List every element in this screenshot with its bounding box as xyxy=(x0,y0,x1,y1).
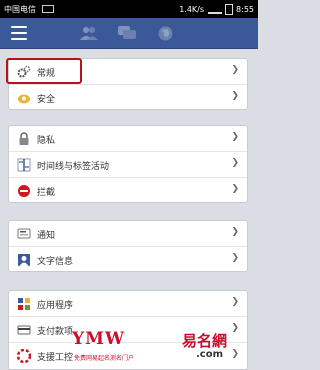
settings-item-label: 文字信息 xyxy=(37,257,74,267)
friend-requests-icon[interactable] xyxy=(80,26,98,40)
payments-icon xyxy=(17,325,31,335)
chevron-right-icon: ❯ xyxy=(231,132,239,142)
settings-item-text-messages[interactable]: 文字信息 ❯ xyxy=(9,247,247,271)
timeline-icon xyxy=(17,158,31,172)
status-bar: 中国电信 1.4K/s 8:55 xyxy=(0,0,258,18)
usb-icon xyxy=(42,5,54,13)
settings-group-notifications: 通知 ❯ 文字信息 ❯ xyxy=(8,220,248,272)
globe-notifications-icon[interactable] xyxy=(158,26,173,41)
clock: 8:55 xyxy=(236,4,254,14)
app-header xyxy=(0,18,258,49)
settings-item-security[interactable]: 安全 ❯ xyxy=(9,85,247,109)
settings-group-privacy: 隐私 ❯ 时间线与标签活动 ❯ 拦截 ❯ xyxy=(8,125,248,203)
net-speed: 1.4K/s xyxy=(179,4,205,14)
settings-item-timeline[interactable]: 时间线与标签活动 ❯ xyxy=(9,152,247,178)
watermark-logo: YMW 免费网易起名测名门户 易名網 .com xyxy=(72,327,258,368)
chevron-right-icon: ❯ xyxy=(231,297,239,307)
chevron-right-icon: ❯ xyxy=(231,91,239,101)
shield-icon xyxy=(18,94,30,104)
messages-icon[interactable] xyxy=(118,26,136,40)
apps-icon xyxy=(18,298,30,310)
chevron-right-icon: ❯ xyxy=(231,253,239,263)
watermark-subtitle: 免费网易起名测名门户 xyxy=(74,355,135,362)
settings-item-label: 拦截 xyxy=(37,188,56,198)
wifi-icon xyxy=(208,4,223,14)
battery-icon xyxy=(225,3,234,15)
settings-item-label: 应用程序 xyxy=(37,301,74,311)
hamburger-menu-icon[interactable] xyxy=(0,18,38,48)
block-icon xyxy=(18,185,30,197)
settings-item-label: 时间线与标签活动 xyxy=(37,162,110,172)
lock-icon xyxy=(19,132,29,145)
settings-item-label: 通知 xyxy=(37,231,56,241)
chevron-right-icon: ❯ xyxy=(231,184,239,194)
settings-item-privacy[interactable]: 隐私 ❯ xyxy=(9,126,247,152)
support-icon xyxy=(17,349,31,363)
settings-item-label: 隐私 xyxy=(37,136,56,146)
settings-item-notifications[interactable]: 通知 ❯ xyxy=(9,221,247,247)
settings-item-blocking[interactable]: 拦截 ❯ xyxy=(9,178,247,202)
watermark-domain: .com xyxy=(196,349,224,360)
chevron-right-icon: ❯ xyxy=(231,227,239,237)
chevron-right-icon: ❯ xyxy=(231,65,239,75)
settings-item-label: 安全 xyxy=(37,95,56,105)
settings-item-label: 支付款项 xyxy=(37,327,74,337)
settings-item-apps[interactable]: 应用程序 ❯ xyxy=(9,291,247,317)
notifications-icon xyxy=(17,228,31,239)
watermark-text: YMW xyxy=(72,329,126,349)
text-message-icon xyxy=(18,254,30,266)
carrier-label: 中国电信 xyxy=(4,4,36,14)
chevron-right-icon: ❯ xyxy=(231,158,239,168)
settings-item-label: 支援工控 xyxy=(37,353,74,363)
red-highlight-box xyxy=(6,58,82,84)
watermark-brand: 易名網 xyxy=(182,332,228,350)
